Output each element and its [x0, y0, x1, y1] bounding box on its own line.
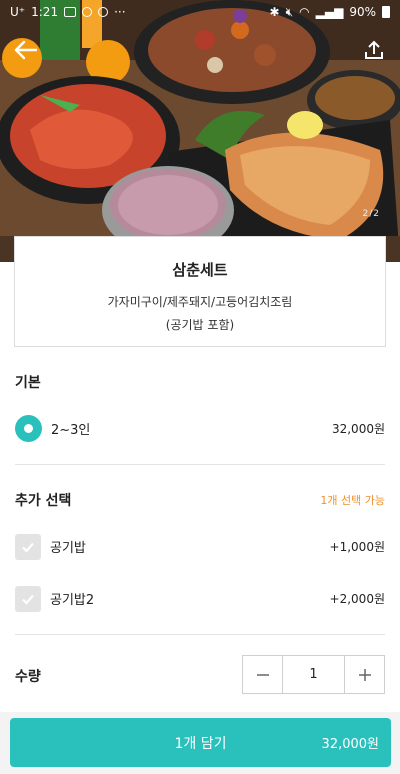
extra-section-title: 추가 선택	[15, 493, 72, 509]
back-arrow-icon	[14, 40, 38, 60]
more-notifications-icon: ···	[114, 5, 126, 19]
share-icon	[365, 40, 383, 59]
menu-description-note: (공기밥 포함)	[165, 318, 235, 332]
bluetooth-icon: ✱	[269, 5, 280, 19]
extra-option-checkbox[interactable]	[15, 533, 41, 560]
section-divider	[15, 464, 385, 465]
music-notification-icon	[82, 7, 93, 17]
quantity-stepper: 1	[242, 655, 385, 694]
share-button[interactable]	[362, 38, 386, 62]
selection-limit-text: 1개 선택 가능	[320, 494, 385, 507]
photo-page-indicator: 2/2	[362, 209, 380, 219]
radio-selected-icon[interactable]	[15, 414, 42, 442]
wifi-icon: ◠	[299, 5, 310, 19]
signal-icon: ▂▄▆	[315, 5, 344, 19]
increase-quantity-button[interactable]	[345, 656, 384, 693]
food-illustration	[0, 0, 400, 262]
extra-option-row[interactable]: 공기밥2 +2,000원	[15, 585, 385, 612]
basic-option-label: 2~3인	[51, 422, 91, 438]
basic-section-title: 기본	[15, 375, 41, 391]
carrier-text: U⁺	[10, 5, 26, 19]
clock-text: 1:21	[31, 5, 59, 19]
mute-icon: 🔇︎	[285, 4, 294, 19]
add-to-cart-price: 32,000원	[321, 737, 379, 752]
plus-icon	[358, 668, 371, 681]
menu-info-card: 삼춘세트 가자미구이/제주돼지/고등어김치조림 (공기밥 포함)	[14, 236, 386, 347]
back-button[interactable]	[12, 38, 40, 62]
section-divider	[15, 634, 385, 635]
extra-option-price: +1,000원	[329, 540, 385, 554]
decrease-quantity-button[interactable]	[243, 656, 282, 693]
gallery-notification-icon	[64, 7, 77, 17]
basic-option-price: 32,000원	[331, 421, 385, 436]
app-notification-icon	[98, 7, 109, 17]
check-icon	[22, 542, 34, 553]
add-to-cart-button[interactable]: 1개 담기 32,000원	[10, 718, 391, 767]
status-bar: U⁺ 1:21 ··· ✱ 🔇︎ ◠ ▂▄▆ 90%	[0, 0, 400, 24]
food-photo: U⁺ 1:21 ··· ✱ 🔇︎ ◠ ▂▄▆ 90% 2/2	[0, 0, 400, 262]
check-icon	[22, 594, 34, 605]
quantity-label: 수량	[15, 669, 41, 685]
menu-description: 가자미구이/제주돼지/고등어김치조림	[107, 295, 293, 309]
extra-option-label: 공기밥2	[50, 593, 95, 608]
menu-title: 삼춘세트	[172, 261, 228, 279]
battery-icon	[382, 6, 390, 18]
extra-option-checkbox[interactable]	[15, 585, 41, 612]
quantity-value: 1	[282, 656, 345, 693]
basic-option-row[interactable]: 2~3인 32,000원	[15, 413, 385, 443]
battery-text: 90%	[349, 5, 376, 19]
extra-option-label: 공기밥	[50, 541, 86, 556]
extra-option-row[interactable]: 공기밥 +1,000원	[15, 533, 385, 560]
extra-option-price: +2,000원	[329, 592, 385, 606]
minus-icon	[256, 673, 269, 676]
